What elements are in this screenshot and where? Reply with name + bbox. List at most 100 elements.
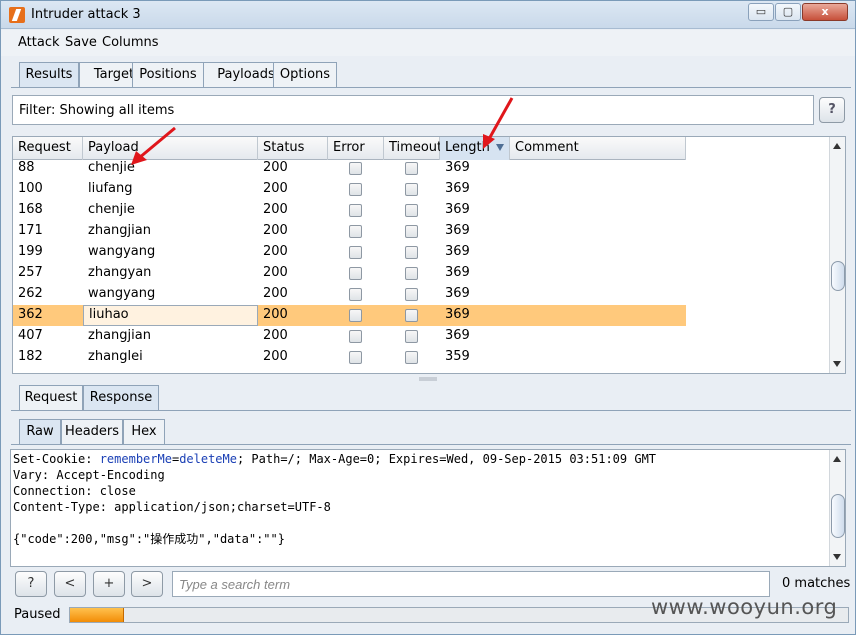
column-status[interactable]: Status — [258, 137, 328, 160]
cell-status: 200 — [263, 286, 288, 301]
error-checkbox — [349, 183, 362, 196]
search-previous-button[interactable]: < — [54, 571, 86, 597]
cell-request: 407 — [18, 328, 43, 343]
menu-attack[interactable]: Attack — [18, 35, 60, 50]
cell-payload: wangyang — [88, 286, 156, 301]
cell-request: 171 — [18, 223, 43, 238]
watermark-text: www.wooyun.org — [651, 595, 838, 619]
tab-response[interactable]: Response — [83, 385, 159, 411]
error-checkbox — [349, 225, 362, 238]
table-row[interactable]: 182 zhanglei 200 359 — [13, 347, 686, 368]
scroll-up-icon[interactable] — [833, 143, 841, 149]
cell-length: 369 — [445, 286, 470, 301]
filter-help-button[interactable]: ? — [819, 97, 845, 123]
column-comment[interactable]: Comment — [510, 137, 686, 160]
cell-payload: zhangyan — [88, 265, 152, 280]
timeout-checkbox — [405, 351, 418, 364]
pane-splitter[interactable] — [419, 377, 437, 381]
column-request[interactable]: Request — [13, 137, 83, 160]
cell-status: 200 — [263, 202, 288, 217]
response-scrollbar[interactable] — [829, 450, 845, 566]
minimize-button[interactable]: ▭ — [748, 3, 774, 21]
window-title: Intruder attack 3 — [31, 7, 141, 22]
cell-length: 359 — [445, 349, 470, 364]
table-row[interactable]: 168 chenjie 200 369 — [13, 200, 686, 221]
table-row[interactable]: 407 zhangjian 200 369 — [13, 326, 686, 347]
column-payload[interactable]: Payload — [83, 137, 258, 160]
timeout-checkbox — [405, 246, 418, 259]
table-scroll-thumb[interactable] — [831, 261, 845, 291]
response-scroll-thumb[interactable] — [831, 494, 845, 538]
tab-positions[interactable]: Positions — [132, 62, 204, 88]
search-input[interactable] — [172, 571, 770, 597]
maximize-button[interactable]: ▢ — [775, 3, 801, 21]
search-add-button[interactable]: + — [93, 571, 125, 597]
cell-request: 88 — [18, 160, 35, 175]
cell-request: 262 — [18, 286, 43, 301]
cell-status: 200 — [263, 307, 288, 322]
cell-payload: zhangjian — [88, 328, 151, 343]
cell-status: 200 — [263, 349, 288, 364]
message-tabs-divider — [11, 410, 851, 411]
table-row[interactable]: 262 wangyang 200 369 — [13, 284, 686, 305]
tab-results[interactable]: Results — [19, 62, 79, 88]
intruder-window: Intruder attack 3 ▭ ▢ x Attack Save Colu… — [0, 0, 856, 635]
column-timeout[interactable]: Timeout — [384, 137, 442, 160]
cell-length: 369 — [445, 160, 470, 175]
error-checkbox — [349, 309, 362, 322]
table-row[interactable]: 100 liufang 200 369 — [13, 179, 686, 200]
response-raw-view[interactable]: Set-Cookie: rememberMe=deleteMe; Path=/;… — [10, 449, 846, 567]
cell-status: 200 — [263, 265, 288, 280]
menu-bar: Attack Save Columns — [1, 30, 855, 56]
table-row[interactable]: 362 liuhao 200 369 — [13, 305, 686, 326]
error-checkbox — [349, 351, 362, 364]
error-checkbox — [349, 162, 362, 175]
cell-payload: wangyang — [88, 244, 156, 259]
burp-app-icon — [9, 7, 25, 23]
column-length-label: Length — [445, 140, 490, 155]
table-row[interactable]: 88 chenjie 200 369 — [13, 158, 686, 179]
response-line: Connection: close — [13, 484, 136, 498]
timeout-checkbox — [405, 267, 418, 280]
cell-payload: liufang — [88, 181, 133, 196]
tab-headers[interactable]: Headers — [61, 419, 123, 445]
column-error[interactable]: Error — [328, 137, 384, 160]
tab-raw[interactable]: Raw — [19, 419, 61, 445]
response-line: Content-Type: application/json;charset=U… — [13, 500, 331, 514]
scroll-up-icon[interactable] — [833, 456, 841, 462]
cell-status: 200 — [263, 160, 288, 175]
tab-hex[interactable]: Hex — [123, 419, 165, 445]
response-text: ; Path=/; Max-Age=0; Expires=Wed, 09-Sep… — [236, 452, 657, 466]
table-row[interactable]: 171 zhangjian 200 369 — [13, 221, 686, 242]
table-header: Request Payload Status Error Timeout Len… — [13, 137, 686, 160]
table-scrollbar[interactable] — [829, 137, 845, 373]
response-text: Set-Cookie: — [13, 452, 100, 466]
scroll-down-icon[interactable] — [833, 361, 841, 367]
cell-request: 100 — [18, 181, 43, 196]
title-bar: Intruder attack 3 ▭ ▢ x — [1, 1, 855, 29]
cell-payload: chenjie — [88, 202, 135, 217]
scroll-down-icon[interactable] — [833, 554, 841, 560]
cell-length: 369 — [445, 328, 470, 343]
column-length[interactable]: Length — [440, 137, 510, 160]
cell-status: 200 — [263, 181, 288, 196]
menu-save[interactable]: Save — [65, 35, 97, 50]
table-row[interactable]: 257 zhangyan 200 369 — [13, 263, 686, 284]
response-line: Set-Cookie: rememberMe=deleteMe; Path=/;… — [13, 451, 656, 467]
tab-options[interactable]: Options — [273, 62, 337, 88]
search-help-button[interactable]: ? — [15, 571, 47, 597]
close-button[interactable]: x — [802, 3, 848, 21]
timeout-checkbox — [405, 309, 418, 322]
cell-status: 200 — [263, 328, 288, 343]
error-checkbox — [349, 204, 362, 217]
filter-bar[interactable]: Filter: Showing all items — [12, 95, 814, 125]
menu-columns[interactable]: Columns — [102, 35, 159, 50]
table-row[interactable]: 199 wangyang 200 369 — [13, 242, 686, 263]
tab-request[interactable]: Request — [19, 385, 83, 411]
cell-payload: chenjie — [88, 160, 135, 175]
timeout-checkbox — [405, 330, 418, 343]
status-label: Paused — [14, 607, 61, 622]
cell-status: 200 — [263, 244, 288, 259]
search-next-button[interactable]: > — [131, 571, 163, 597]
error-checkbox — [349, 288, 362, 301]
